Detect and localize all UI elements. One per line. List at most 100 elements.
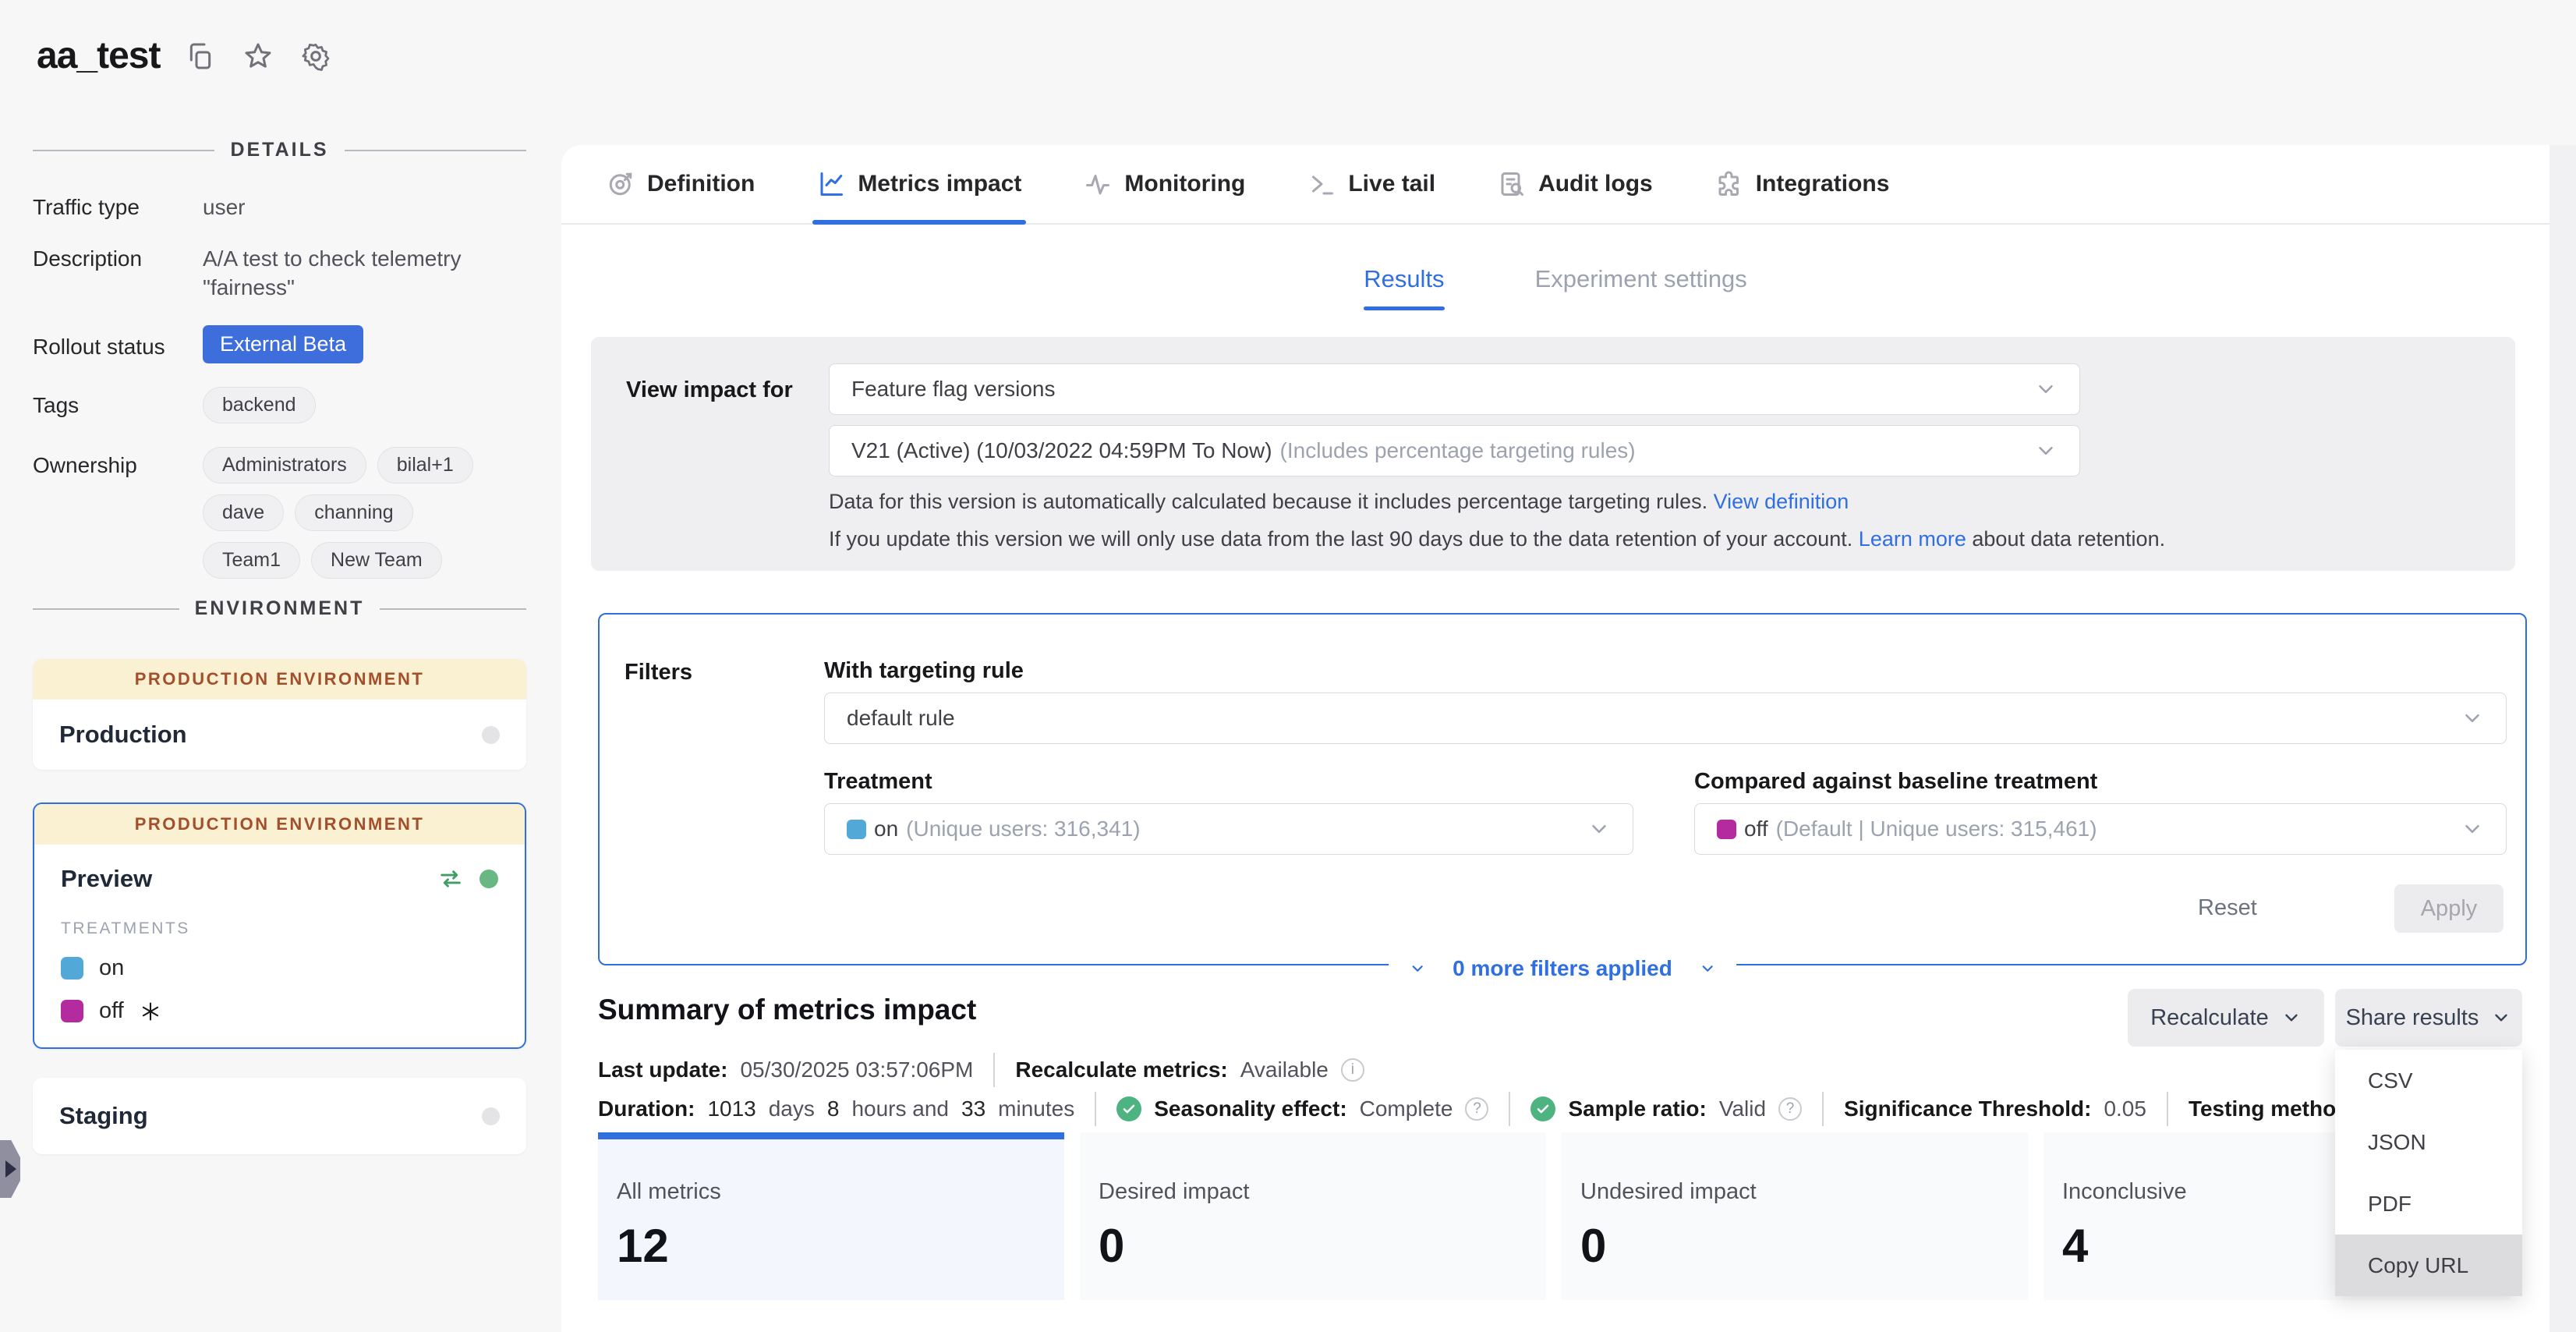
card-desired-impact[interactable]: Desired impact 0 — [1080, 1132, 1546, 1300]
tab-monitoring[interactable]: Monitoring — [1084, 145, 1245, 223]
tab-live-tail[interactable]: Live tail — [1307, 145, 1435, 223]
version-info-text: Data for this version is automatically c… — [829, 490, 1707, 513]
significance-threshold-label: Significance Threshold: — [1844, 1096, 2091, 1121]
card-label: All metrics — [617, 1179, 1046, 1205]
recalculate-button[interactable]: Recalculate — [2128, 989, 2324, 1047]
description-value: A/A test to check telemetry "fairness" — [203, 245, 491, 302]
chevron-down-icon — [2491, 1008, 2511, 1028]
environment-name: Production — [59, 721, 187, 749]
impact-type-dropdown[interactable]: Feature flag versions — [829, 363, 2080, 415]
retention-info-text: If you update this version we will only … — [829, 527, 1852, 551]
owner-chip[interactable]: dave — [203, 494, 284, 531]
subtab-experiment-settings[interactable]: Experiment settings — [1535, 265, 1747, 310]
learn-more-link[interactable]: Learn more — [1859, 527, 1966, 551]
view-definition-link[interactable]: View definition — [1714, 490, 1849, 513]
star-icon[interactable] — [241, 39, 275, 73]
apply-button[interactable]: Apply — [2394, 884, 2503, 933]
tags-label: Tags — [33, 387, 203, 423]
results-subtabs: Results Experiment settings — [561, 265, 2549, 310]
tab-metrics-impact[interactable]: Metrics impact — [817, 145, 1021, 223]
subtab-results[interactable]: Results — [1364, 265, 1444, 310]
share-results-button[interactable]: Share results — [2335, 989, 2522, 1047]
more-filters-toggle[interactable]: 0 more filters applied — [1389, 956, 1736, 981]
recalculate-label: Recalculate — [2150, 1005, 2269, 1031]
menu-item-pdf[interactable]: PDF — [2335, 1173, 2522, 1235]
reset-button[interactable]: Reset — [2198, 895, 2257, 921]
more-filters-label: 0 more filters applied — [1453, 956, 1672, 981]
owner-chip[interactable]: Administrators — [203, 447, 366, 484]
duration-label: Duration: — [598, 1096, 695, 1121]
baseline-treatment-label: Compared against baseline treatment — [1694, 769, 2097, 795]
environment-card-staging[interactable]: Staging — [33, 1078, 526, 1154]
baseline-value-detail: (Default | Unique users: 315,461) — [1776, 817, 2097, 841]
expand-arrow-icon — [5, 1160, 16, 1178]
document-search-icon — [1498, 170, 1526, 198]
recalculate-metrics-label: Recalculate metrics: — [1015, 1057, 1227, 1082]
ownership-row: Ownership Administrators bilal+1 dave ch… — [33, 447, 526, 579]
baseline-treatment-dropdown[interactable]: off (Default | Unique users: 315,461) — [1694, 803, 2507, 855]
treatment-off-swatch — [61, 1000, 83, 1022]
targeting-rule-value: default rule — [847, 706, 955, 731]
details-section-header: DETAILS — [33, 139, 526, 161]
chevron-down-icon — [2034, 377, 2058, 401]
seasonality-label: Seasonality effect: — [1154, 1096, 1346, 1121]
divider — [993, 1053, 995, 1087]
environment-card-production[interactable]: PRODUCTION ENVIRONMENT Production — [33, 659, 526, 770]
treatment-value: on — [874, 817, 898, 841]
menu-item-copy-url[interactable]: Copy URL — [2335, 1235, 2522, 1296]
scrollbar-track[interactable] — [2549, 145, 2576, 1332]
view-impact-section: View impact for Feature flag versions V2… — [591, 337, 2515, 571]
environment-name: Staging — [59, 1102, 148, 1130]
traffic-type-label: Traffic type — [33, 193, 203, 221]
details-heading: DETAILS — [230, 139, 328, 161]
info-icon[interactable]: i — [1341, 1058, 1364, 1082]
main-panel: Definition Metrics impact Monitoring Liv… — [561, 145, 2549, 1332]
card-value: 0 — [1580, 1219, 2009, 1273]
rollout-status-row: Rollout status External Beta — [33, 325, 526, 363]
help-icon[interactable]: ? — [1778, 1097, 1802, 1121]
version-info-line: Data for this version is automatically c… — [829, 490, 1849, 514]
version-dropdown[interactable]: V21 (Active) (10/03/2022 04:59PM To Now)… — [829, 425, 2080, 476]
tab-label: Audit logs — [1538, 171, 1653, 197]
environment-card-preview[interactable]: PRODUCTION ENVIRONMENT Preview TREATMENT… — [33, 802, 526, 1049]
sidebar-collapse-handle[interactable] — [0, 1140, 20, 1198]
duration-days-word: days — [769, 1096, 815, 1121]
summary-title: Summary of metrics impact — [598, 994, 976, 1026]
tab-definition[interactable]: Definition — [607, 145, 755, 223]
tag-chip[interactable]: backend — [203, 387, 316, 423]
duration-hours-word: hours and — [851, 1096, 949, 1121]
owner-chip[interactable]: bilal+1 — [377, 447, 473, 484]
targeting-rule-dropdown[interactable]: default rule — [824, 693, 2507, 744]
chevron-down-icon — [2034, 439, 2058, 462]
ownership-label: Ownership — [33, 447, 203, 579]
production-environment-banner: PRODUCTION ENVIRONMENT — [34, 804, 525, 845]
treatment-name: off — [99, 998, 124, 1024]
chevron-down-icon — [1587, 817, 1611, 841]
card-undesired-impact[interactable]: Undesired impact 0 — [1562, 1132, 2028, 1300]
recalculate-metrics-value: Available — [1240, 1057, 1329, 1082]
owner-chip[interactable]: Team1 — [203, 542, 300, 579]
puzzle-icon — [1715, 170, 1743, 198]
tab-integrations[interactable]: Integrations — [1715, 145, 1890, 223]
card-all-metrics[interactable]: All metrics 12 — [598, 1132, 1064, 1300]
treatment-dropdown[interactable]: on (Unique users: 316,341) — [824, 803, 1633, 855]
divider-line — [380, 608, 526, 610]
check-circle-icon — [1530, 1096, 1555, 1121]
copy-icon[interactable] — [183, 39, 218, 73]
menu-item-csv[interactable]: CSV — [2335, 1050, 2522, 1111]
owner-chip[interactable]: channing — [295, 494, 412, 531]
help-icon[interactable]: ? — [1465, 1097, 1488, 1121]
menu-item-json[interactable]: JSON — [2335, 1111, 2522, 1173]
divider-line — [33, 608, 179, 610]
share-results-label: Share results — [2346, 1005, 2479, 1031]
tab-audit-logs[interactable]: Audit logs — [1498, 145, 1653, 223]
summary-info-line-2: Duration: 1013 days 8 hours and 33 minut… — [598, 1092, 2472, 1126]
description-row: Description A/A test to check telemetry … — [33, 245, 526, 302]
owner-chip[interactable]: New Team — [311, 542, 442, 579]
duration-days-number: 1013 — [707, 1096, 755, 1121]
target-icon — [607, 170, 635, 198]
filters-label: Filters — [625, 660, 692, 685]
rollout-status-badge[interactable]: External Beta — [203, 325, 363, 363]
gear-icon[interactable] — [299, 39, 333, 73]
retention-info-line: If you update this version we will only … — [829, 527, 2165, 551]
